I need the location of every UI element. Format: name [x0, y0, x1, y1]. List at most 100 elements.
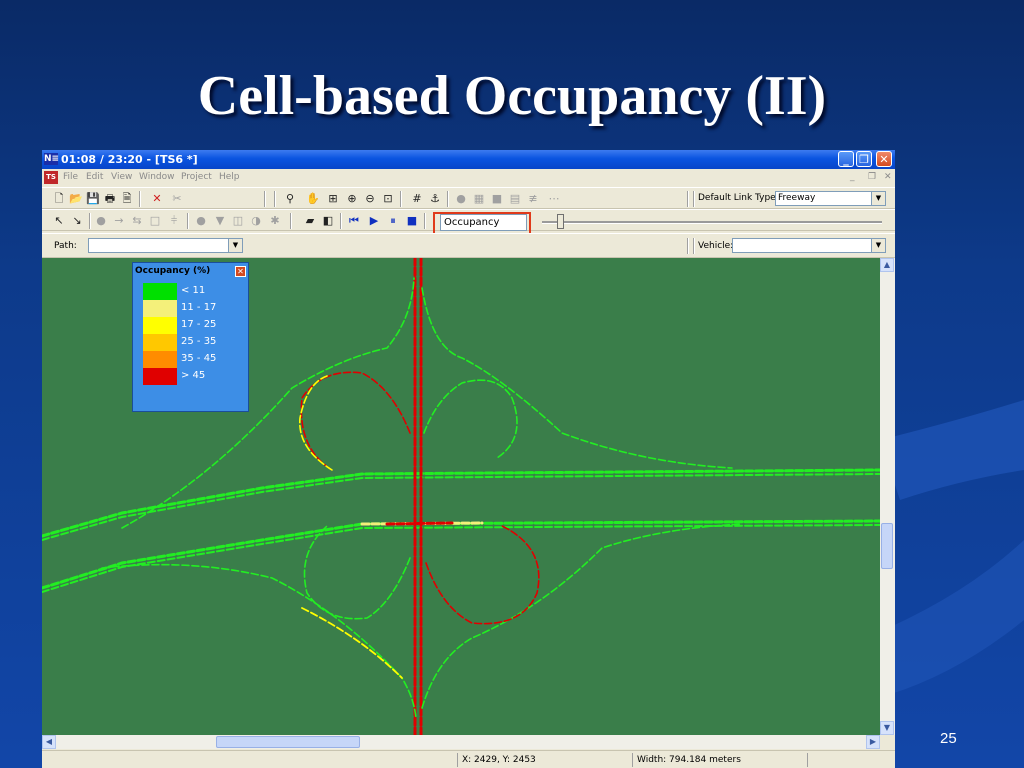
map-layer-icon[interactable]: ▰	[303, 214, 317, 227]
close-button[interactable]: ✕	[876, 151, 892, 167]
toolbar-separator	[340, 213, 342, 229]
document-icon[interactable]: TS	[44, 171, 58, 184]
scroll-up-icon[interactable]: ▲	[880, 258, 894, 272]
toolbar-separator	[687, 238, 689, 254]
print-icon[interactable]: 🖶	[103, 192, 117, 205]
delete-icon[interactable]: ✕	[150, 192, 164, 205]
mdi-close-button[interactable]: ✕	[884, 169, 892, 186]
menu-window[interactable]: Window	[139, 169, 175, 186]
print-preview-icon[interactable]: 🗎	[120, 192, 134, 205]
pan-hand-icon[interactable]: ✋	[306, 192, 320, 205]
pause-icon[interactable]: ⏸	[386, 214, 400, 227]
toolbar-path: Path: ▼ Vehicle: ▼	[42, 233, 895, 258]
ramp-lower-left	[101, 563, 417, 719]
play-icon[interactable]: ▶	[367, 214, 381, 227]
new-file-icon[interactable]: 🗋	[52, 192, 66, 205]
minimize-button[interactable]: _	[838, 151, 854, 167]
horizontal-scroll-thumb[interactable]	[216, 736, 360, 748]
menu-help[interactable]: Help	[219, 169, 240, 186]
column-icon[interactable]: ◫	[231, 214, 245, 227]
open-folder-icon[interactable]: 📂	[69, 192, 83, 205]
default-link-type-dropdown[interactable]: Freeway ▼	[775, 191, 886, 206]
cut-icon[interactable]: ✂	[170, 192, 184, 205]
ramp-icon[interactable]: ⫩	[167, 214, 181, 227]
node-icon[interactable]: ●	[94, 214, 108, 227]
lane-icon[interactable]: ≢	[526, 192, 540, 205]
zoom-in-icon[interactable]: ⊕	[345, 192, 359, 205]
legend-close-button[interactable]: ✕	[235, 266, 246, 277]
scroll-left-icon[interactable]: ◀	[42, 735, 56, 749]
point-icon[interactable]: ●	[194, 214, 208, 227]
vehicle-label: Vehicle:	[698, 241, 734, 251]
network-map-canvas[interactable]: Occupancy (%) ✕ < 11 11 - 17 17 - 25 25 …	[42, 258, 880, 735]
signal-icon[interactable]: ●	[454, 192, 468, 205]
two-way-link-icon[interactable]: ⇆	[130, 214, 144, 227]
vehicle-icon[interactable]: ✱	[268, 214, 282, 227]
menu-file[interactable]: File	[63, 169, 78, 186]
legend-swatch	[143, 334, 177, 351]
legend-item: < 11	[143, 283, 243, 300]
half-circle-icon[interactable]: ◑	[249, 214, 263, 227]
window-titlebar[interactable]: N≡ 01:08 / 23:20 - [TS6 *] _ ❐ ✕	[42, 150, 895, 169]
pointer-icon[interactable]: ↖	[52, 214, 66, 227]
default-link-type-value: Freeway	[778, 193, 816, 203]
dropdown-arrow-icon[interactable]: ▼	[228, 239, 242, 252]
toolbar-separator	[187, 213, 189, 229]
slide-title: Cell-based Occupancy (II)	[197, 65, 827, 127]
zoom-extent-icon[interactable]: ⊡	[381, 192, 395, 205]
horizontal-scrollbar[interactable]: ◀ ▶	[42, 735, 880, 749]
select-node-icon[interactable]: ⚲	[283, 192, 297, 205]
legend-title: Occupancy (%)	[135, 266, 211, 276]
vehicle-dropdown[interactable]: ▼	[732, 238, 886, 253]
menu-edit[interactable]: Edit	[86, 169, 103, 186]
legend-item: 11 - 17	[143, 300, 243, 317]
stop-sign-icon[interactable]: ■	[490, 192, 504, 205]
select-link-icon[interactable]: ↘	[70, 214, 84, 227]
time-slider-thumb[interactable]	[557, 214, 564, 229]
mdi-restore-button[interactable]: ❐	[868, 169, 876, 186]
incident-icon[interactable]: ▤	[508, 192, 522, 205]
vertical-scrollbar[interactable]: ▲ ▼	[880, 258, 895, 735]
ramp-lower-right	[421, 523, 743, 709]
dropdown-arrow-icon[interactable]: ▼	[871, 239, 885, 252]
arrow-link-icon[interactable]: →	[112, 214, 126, 227]
loop-upper-left	[300, 371, 411, 471]
legend-label: > 45	[181, 370, 206, 381]
legend-swatch	[143, 300, 177, 317]
toolbar-separator	[693, 238, 695, 254]
anchor-icon[interactable]: ⚓	[428, 192, 442, 205]
toolbar-separator	[139, 191, 141, 207]
legend-toggle-icon[interactable]: ◧	[321, 214, 335, 227]
triangle-icon[interactable]: ▼	[213, 214, 227, 227]
dropdown-arrow-icon[interactable]: ▼	[871, 192, 885, 205]
mdi-minimize-button[interactable]: _	[850, 169, 855, 186]
display-mode-field[interactable]: Occupancy	[440, 214, 527, 231]
path-dropdown[interactable]: ▼	[88, 238, 243, 253]
occupancy-legend-panel[interactable]: Occupancy (%) ✕ < 11 11 - 17 17 - 25 25 …	[132, 262, 249, 412]
zoom-window-icon[interactable]: ⊞	[326, 192, 340, 205]
zone-icon[interactable]: □	[148, 214, 162, 227]
detector-icon[interactable]: ▦	[472, 192, 486, 205]
time-slider-track[interactable]	[542, 221, 882, 224]
zoom-out-icon[interactable]: ⊖	[363, 192, 377, 205]
mainline-upper-b	[42, 473, 880, 541]
rewind-icon[interactable]: ⏮	[347, 214, 361, 227]
status-width: Width: 794.184 meters	[632, 753, 807, 767]
vertical-scroll-thumb[interactable]	[881, 523, 893, 569]
path-label: Path:	[54, 241, 77, 251]
mainline-lower	[42, 519, 880, 590]
legend-item: 35 - 45	[143, 351, 243, 368]
scroll-down-icon[interactable]: ▼	[880, 721, 894, 735]
ramp-upper-right	[421, 287, 733, 469]
restore-button[interactable]: ❐	[856, 151, 872, 167]
save-icon[interactable]: 💾	[86, 192, 100, 205]
legend-label: 35 - 45	[181, 353, 217, 364]
menu-project[interactable]: Project	[181, 169, 212, 186]
toolbar-separator	[687, 191, 689, 207]
window-title: 01:08 / 23:20 - [TS6 *]	[61, 153, 198, 166]
stop-icon[interactable]: ■	[405, 214, 419, 227]
scroll-right-icon[interactable]: ▶	[866, 735, 880, 749]
grid-icon[interactable]: #	[410, 192, 424, 205]
menu-view[interactable]: View	[111, 169, 132, 186]
label-icon[interactable]: ⋯	[547, 192, 561, 205]
